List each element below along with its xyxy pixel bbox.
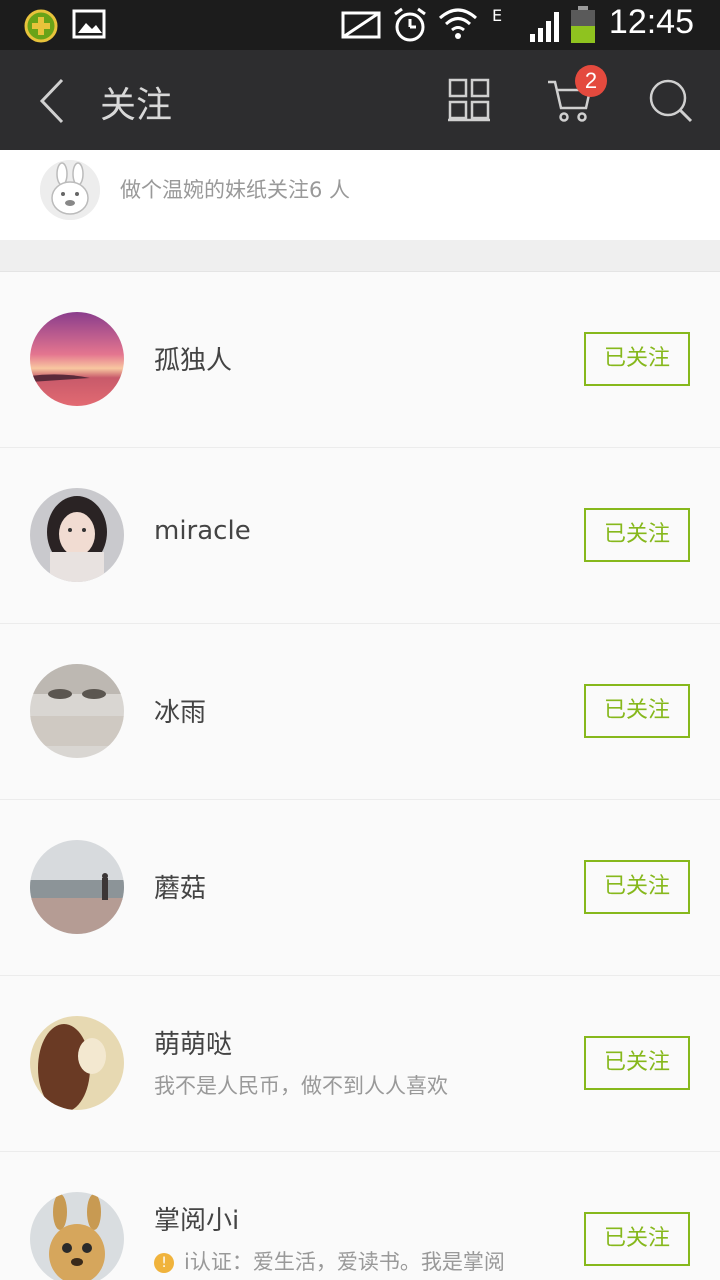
user-name: 蘑菇 bbox=[154, 874, 207, 904]
user-name: 掌阅小i bbox=[154, 1206, 240, 1236]
follow-summary: 做个温婉的妹纸关注6 人 bbox=[0, 150, 720, 240]
image-notification-icon bbox=[72, 9, 106, 39]
status-bar: E 12:45 bbox=[0, 0, 720, 50]
user-bio: 我不是人民币，做不到人人喜欢 bbox=[154, 1074, 448, 1098]
nfc-icon bbox=[341, 11, 381, 39]
following-button[interactable]: 已关注 bbox=[584, 1036, 690, 1090]
search-icon[interactable] bbox=[648, 78, 694, 124]
top-nav-bar: 关注 bbox=[0, 50, 720, 150]
rabbit-avatar-icon bbox=[40, 160, 100, 220]
list-item[interactable]: miracle 已关注 bbox=[0, 448, 720, 624]
girl-portrait-avatar-image bbox=[30, 488, 124, 582]
hair-portrait-avatar-image bbox=[30, 1016, 124, 1110]
list-item[interactable]: 蘑菇 已关注 bbox=[0, 800, 720, 976]
wifi-icon bbox=[439, 8, 477, 39]
avatar[interactable] bbox=[30, 840, 124, 934]
list-item[interactable]: 冰雨 已关注 bbox=[0, 624, 720, 800]
user-name: miracle bbox=[154, 516, 251, 546]
category-grid-icon[interactable] bbox=[448, 78, 490, 122]
avatar[interactable] bbox=[30, 312, 124, 406]
user-name: 冰雨 bbox=[154, 698, 207, 728]
battery-icon bbox=[571, 6, 595, 43]
eyes-avatar-image bbox=[30, 664, 124, 758]
back-arrow-icon[interactable] bbox=[38, 78, 68, 124]
list-item[interactable]: 掌阅小i ! i认证：爱生活，爱读书。我是掌阅 已关注 bbox=[0, 1152, 720, 1280]
avatar[interactable] bbox=[30, 488, 124, 582]
follow-summary-text: 做个温婉的妹纸关注6 人 bbox=[120, 178, 351, 202]
network-type: E bbox=[492, 6, 503, 25]
following-button[interactable]: 已关注 bbox=[584, 332, 690, 386]
list-item[interactable]: 孤独人 已关注 bbox=[0, 272, 720, 448]
user-avatar bbox=[40, 160, 100, 220]
clock: 12:45 bbox=[608, 3, 694, 41]
cart-count-badge: 2 bbox=[575, 65, 607, 97]
beach-avatar-image bbox=[30, 840, 124, 934]
following-button[interactable]: 已关注 bbox=[584, 1212, 690, 1266]
page-title: 关注 bbox=[100, 85, 173, 126]
following-list: 孤独人 已关注 miracle 已关注 冰雨 已关注 蘑菇 已关注 萌萌哒 我不… bbox=[0, 272, 720, 1280]
avatar[interactable] bbox=[30, 1192, 124, 1280]
section-divider bbox=[0, 240, 720, 272]
signal-icon bbox=[530, 12, 559, 42]
user-name: 萌萌哒 bbox=[154, 1030, 233, 1060]
user-bio-text: i认证：爱生活，爱读书。我是掌阅 bbox=[184, 1250, 505, 1274]
user-bio: ! i认证：爱生活，爱读书。我是掌阅 bbox=[154, 1246, 505, 1276]
sunset-avatar-image bbox=[30, 312, 124, 406]
rabbit-mascot-avatar-image bbox=[30, 1192, 124, 1280]
following-button[interactable]: 已关注 bbox=[584, 508, 690, 562]
avatar[interactable] bbox=[30, 664, 124, 758]
user-name: 孤独人 bbox=[154, 346, 233, 376]
app-notification-icon bbox=[24, 9, 58, 43]
verified-badge-icon: ! bbox=[154, 1253, 174, 1273]
following-button[interactable]: 已关注 bbox=[584, 860, 690, 914]
alarm-icon bbox=[394, 7, 426, 42]
following-button[interactable]: 已关注 bbox=[584, 684, 690, 738]
avatar[interactable] bbox=[30, 1016, 124, 1110]
list-item[interactable]: 萌萌哒 我不是人民币，做不到人人喜欢 已关注 bbox=[0, 976, 720, 1152]
